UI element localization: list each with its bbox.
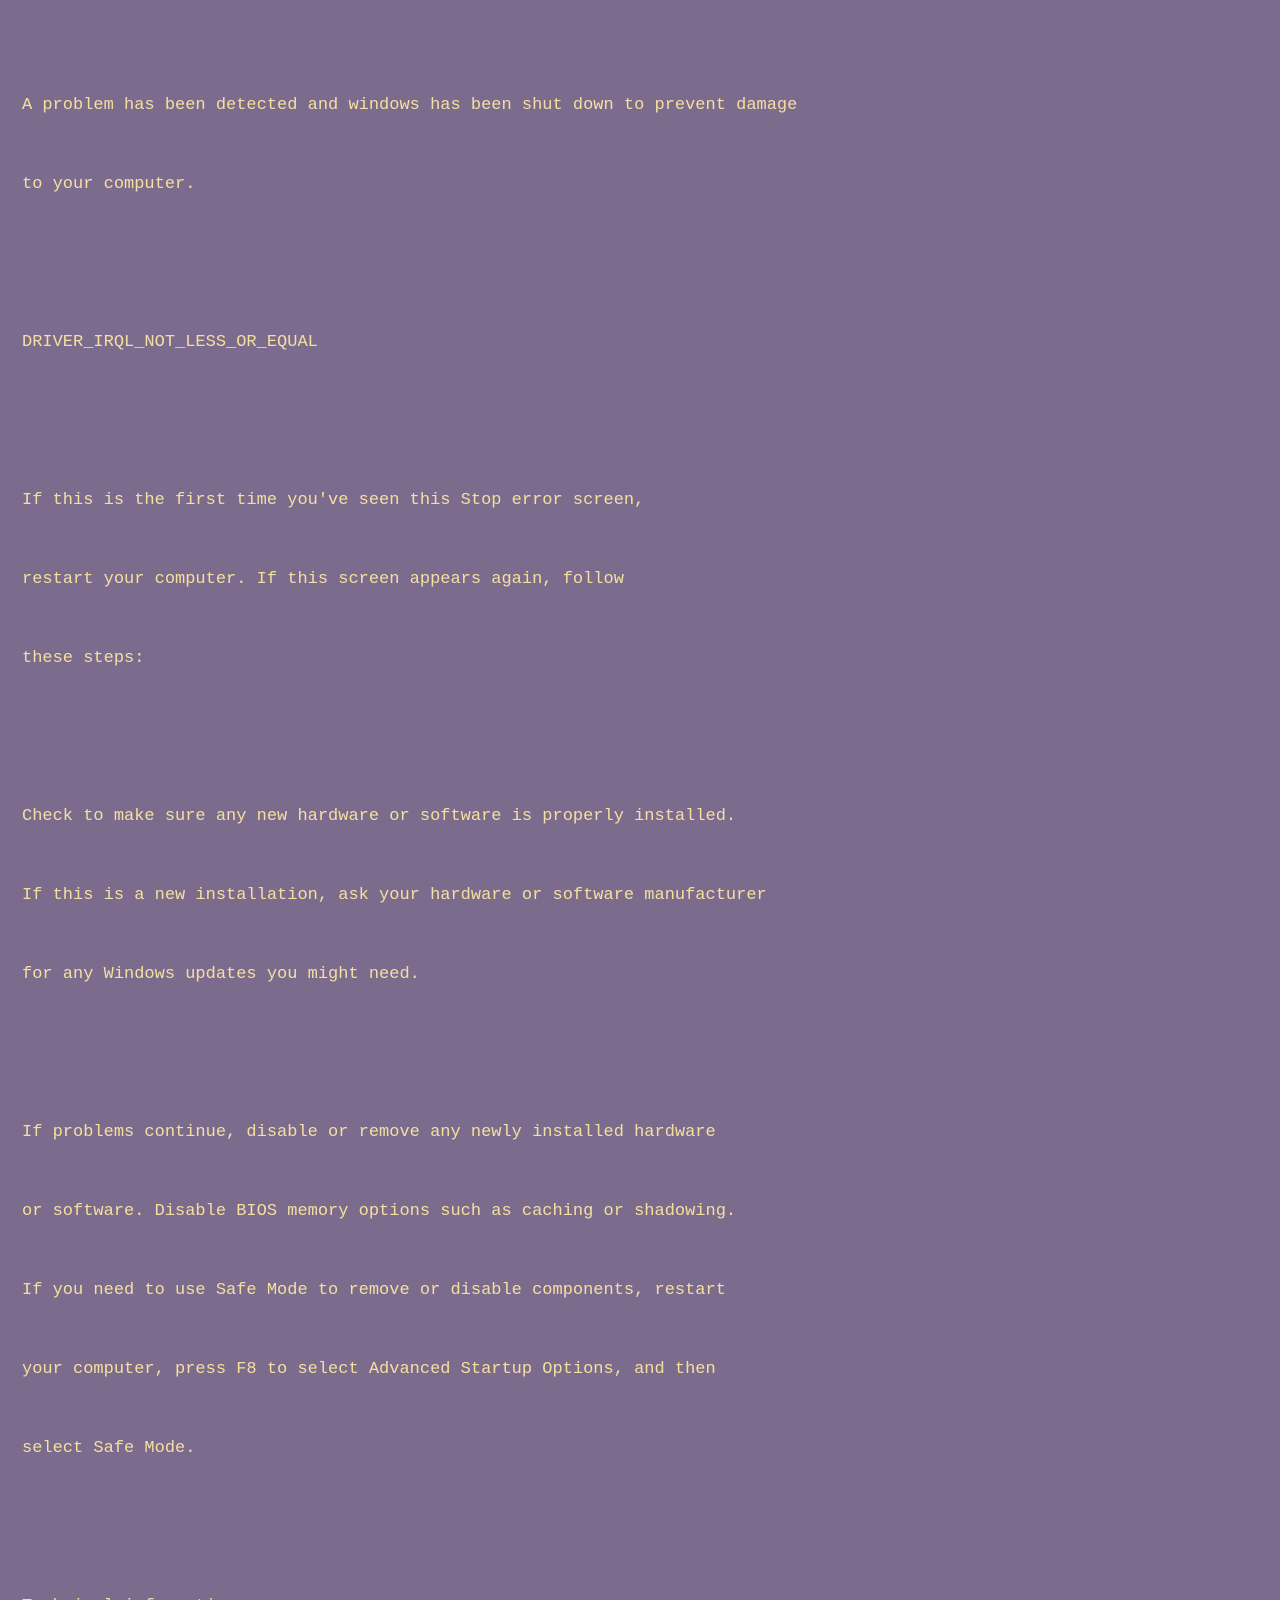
bsod-line-9: for any Windows updates you might need. (22, 962, 1258, 988)
bsod-line-10: If problems continue, disable or remove … (22, 1120, 1258, 1146)
bsod-line-13: your computer, press F8 to select Advanc… (22, 1357, 1258, 1383)
bsod-spacer-2 (22, 409, 1258, 435)
bsod-line-11: or software. Disable BIOS memory options… (22, 1199, 1258, 1225)
bsod-screen: A problem has been detected and windows … (0, 0, 1280, 800)
bsod-technical-info-label: Technical information: (22, 1594, 1258, 1600)
bsod-line-6: these steps: (22, 646, 1258, 672)
bsod-line-12: If you need to use Safe Mode to remove o… (22, 1278, 1258, 1304)
bsod-line-7: Check to make sure any new hardware or s… (22, 804, 1258, 830)
bsod-spacer-4 (22, 1041, 1258, 1067)
bsod-spacer-5 (22, 1515, 1258, 1541)
bsod-line-2: to your computer. (22, 172, 1258, 198)
bsod-spacer-3 (22, 725, 1258, 751)
bsod-line-1: A problem has been detected and windows … (22, 93, 1258, 119)
bsod-line-8: If this is a new installation, ask your … (22, 883, 1258, 909)
bsod-line-4: If this is the first time you've seen th… (22, 488, 1258, 514)
bsod-line-14: select Safe Mode. (22, 1436, 1258, 1462)
bsod-spacer-1 (22, 251, 1258, 277)
bsod-line-5: restart your computer. If this screen ap… (22, 567, 1258, 593)
bsod-error-code: DRIVER_IRQL_NOT_LESS_OR_EQUAL (22, 330, 1258, 356)
